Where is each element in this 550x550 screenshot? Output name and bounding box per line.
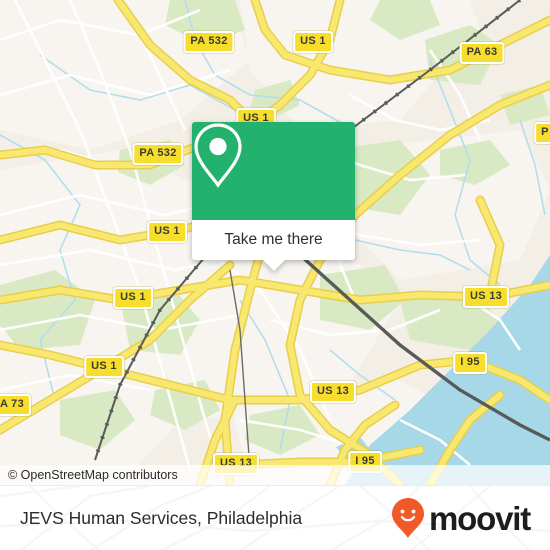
road-shield: P xyxy=(534,122,550,144)
moovit-pin-icon xyxy=(392,498,425,538)
road-shield: US 1 xyxy=(84,356,124,378)
screenshot-root: PA 532 US 1 PA 63 US 1 P PA 532 US 1 US … xyxy=(0,0,550,550)
road-shield: US 13 xyxy=(462,286,510,308)
popup-header xyxy=(192,122,355,220)
moovit-wordmark: moovit xyxy=(429,499,531,537)
map-pin-icon xyxy=(194,123,242,188)
road-shield: A 73 xyxy=(0,394,32,416)
road-shield: PA 63 xyxy=(459,42,505,64)
place-name: JEVS Human Services, Philadelphia xyxy=(20,507,303,528)
location-popup[interactable]: Take me there xyxy=(192,122,355,271)
moovit-logo[interactable]: moovit xyxy=(391,497,531,539)
popup-tail xyxy=(262,260,285,271)
road-shield: I 95 xyxy=(453,352,487,374)
road-shield: US 13 xyxy=(309,381,357,403)
map-canvas[interactable]: PA 532 US 1 PA 63 US 1 P PA 532 US 1 US … xyxy=(0,0,550,485)
take-me-there-label: Take me there xyxy=(224,231,323,248)
road-shield: PA 532 xyxy=(183,31,235,53)
road-shield: PA 532 xyxy=(132,143,184,165)
popup-footer[interactable]: Take me there xyxy=(192,220,355,271)
road-shield: US 1 xyxy=(293,31,333,53)
road-shield: US 1 xyxy=(113,287,153,309)
bottom-bar: JEVS Human Services, Philadelphia moovit xyxy=(0,485,550,550)
map-attribution[interactable]: © OpenStreetMap contributors xyxy=(0,465,550,485)
road-shield: US 1 xyxy=(147,221,187,243)
